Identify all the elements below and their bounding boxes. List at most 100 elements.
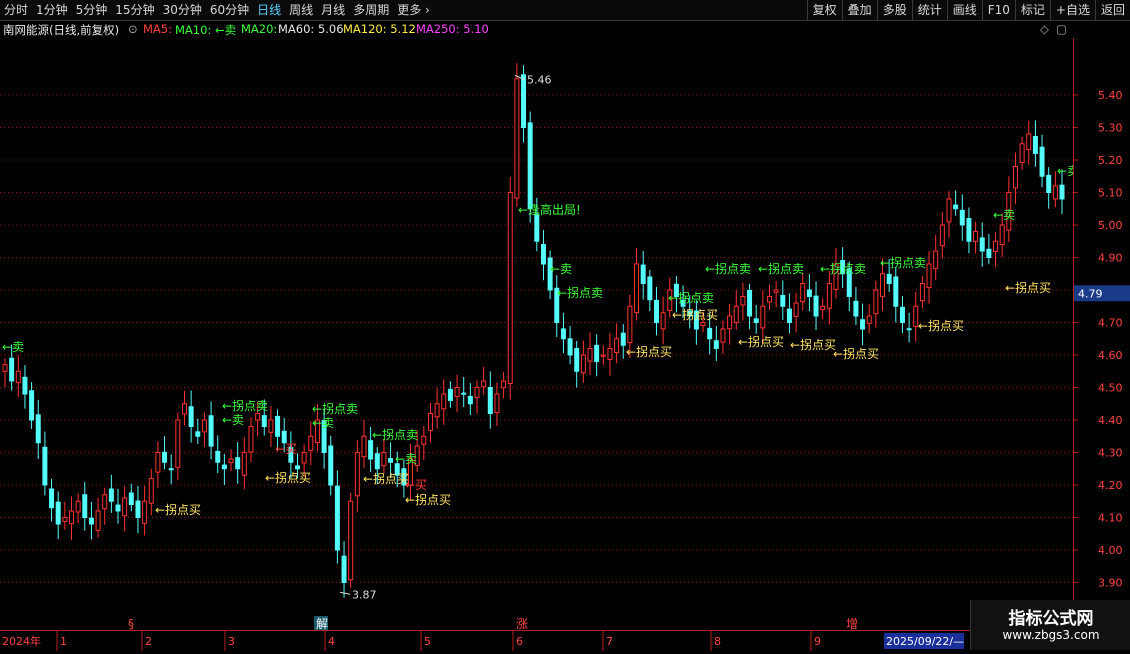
candle-body [813,295,819,317]
candle-body [700,322,706,326]
price-axis: 5.405.305.205.105.004.904.804.704.604.50… [1073,38,1130,630]
period-tabs: 分时 1分钟 5分钟 15分钟 30分钟 60分钟 日线 周线 月线 多周期 更多 › [0,0,434,20]
candle-body [594,344,600,363]
candle-body [128,492,134,505]
signal-sell: ←拐点卖 [758,261,804,276]
kline-svg: 5.463.87←卖←拐点买←拐点卖←卖←拐点买←拐点卖←卖←买←拐点卖←拐点买… [0,63,1079,631]
candle-body [933,250,939,269]
indicator-bar: 南网能源(日线,前复权) ⊙ MA5: MA10: ←卖 MA20: MA60:… [0,20,1130,38]
period-tab-7[interactable]: 周线 [285,0,317,20]
signal-sell: ←拐点卖 [820,261,866,276]
candle-body [966,218,972,242]
signal-sell: ←拐点卖 [668,290,714,305]
candle-body [454,387,460,398]
candle-body [786,308,792,324]
candle-body [753,318,759,324]
tool-button-3[interactable]: 统计 [911,0,947,20]
candle-body [540,244,546,265]
axis-tick-label: 4.10 [1098,512,1123,525]
square-icon[interactable]: ▢ [1056,22,1067,36]
candle-body [9,357,15,382]
candle-body [155,452,161,473]
candle-body [793,302,799,317]
candle-body [760,305,766,329]
tool-button-8[interactable]: 返回 [1094,0,1130,20]
month-label: 4 [328,635,335,648]
diamond-icon[interactable]: ◇ [1040,22,1049,36]
candle-body [88,517,94,525]
period-tab-2[interactable]: 5分钟 [72,0,112,20]
ma5-label: MA5: [143,22,172,36]
period-tab-4[interactable]: 30分钟 [159,0,206,20]
candle-body [208,415,214,447]
period-tab-3[interactable]: 15分钟 [111,0,158,20]
axis-tick-label: 5.30 [1098,122,1123,135]
tool-button-0[interactable]: 复权 [806,0,842,20]
candle-body [1039,146,1045,177]
candle-body [614,338,620,354]
axis-tick-label: 4.60 [1098,349,1123,362]
period-tab-5[interactable]: 60分钟 [206,0,253,20]
signal-sell: ←卖 [550,262,572,276]
candle-body [268,419,274,433]
tool-button-7[interactable]: +自选 [1049,0,1095,20]
tool-button-6[interactable]: 标记 [1014,0,1050,20]
tool-buttons: 复权 叠加 多股 统计 画线 F10 标记 +自选 返回 [806,0,1130,20]
candle-body [368,440,374,460]
tool-button-5[interactable]: F10 [981,0,1015,20]
signal-sell: ←逢高出局! [518,202,581,217]
period-tab-0[interactable]: 分时 [0,0,32,20]
candle-body [727,315,733,330]
signal-sell: ←拐点卖 [705,261,751,276]
candle-body [108,488,114,502]
candle-body [328,445,334,486]
candle-body [142,500,148,524]
candle-body [255,413,261,421]
axis-tick-label: 4.40 [1098,414,1123,427]
time-axis: 2024年 1 2 3 4 5 6 7 8 9 2025/09/22/— [0,630,1130,651]
candle-body [514,78,520,199]
month-label: 7 [606,635,613,648]
candle-body [880,273,886,297]
axis-tick-label: 5.20 [1098,154,1123,167]
candle-body [800,283,806,303]
period-tab-6[interactable]: 日线 [253,0,285,20]
signal-buy: ←拐点买 [1005,280,1051,295]
period-tab-10[interactable]: 更多 › [393,0,434,20]
candle-body [534,213,540,242]
event-marker: 增 [846,617,858,630]
candle-body [567,338,573,356]
candle-body [381,452,387,467]
dropdown-icon[interactable]: ⊙ [128,22,138,36]
candle-body [348,500,354,581]
candle-body [334,485,340,551]
period-tab-8[interactable]: 月线 [317,0,349,20]
signal-buy: ←拐点买 [405,492,451,507]
candle-body [507,192,513,384]
kline-chart[interactable]: 5.46 3.87 ←卖 ←拐点买 ←拐点卖 ←卖 ←拐点买 ←拐点卖 ←卖 ←买 ←拐点卖 ←拐点买… [0,38,1079,631]
signal-sell: ←拐点卖 [222,398,268,413]
candle-body [600,354,606,357]
candle-body [95,510,101,531]
candle-body [747,289,753,317]
period-tab-1[interactable]: 1分钟 [32,0,72,20]
signal-buy: ←拐点买 [265,470,311,485]
candle-body [135,500,141,519]
candle-body [308,435,314,451]
candle-body [899,306,905,324]
candle-body [201,419,207,433]
candle-body [647,276,653,301]
candle-body [660,312,666,330]
tool-button-1[interactable]: 叠加 [841,0,877,20]
tool-button-4[interactable]: 画线 [946,0,982,20]
candle-body [926,263,932,289]
period-tab-9[interactable]: 多周期 [349,0,393,20]
tool-button-2[interactable]: 多股 [876,0,912,20]
signal-buy: ←拐点买 [738,334,784,349]
watermark-title: 指标公式网 [1008,609,1094,629]
candle-body [175,419,181,468]
candle-body [228,458,234,464]
candle-body [275,415,281,437]
signal-buy: ←拐点买 [363,471,409,486]
candle-body [434,403,440,418]
